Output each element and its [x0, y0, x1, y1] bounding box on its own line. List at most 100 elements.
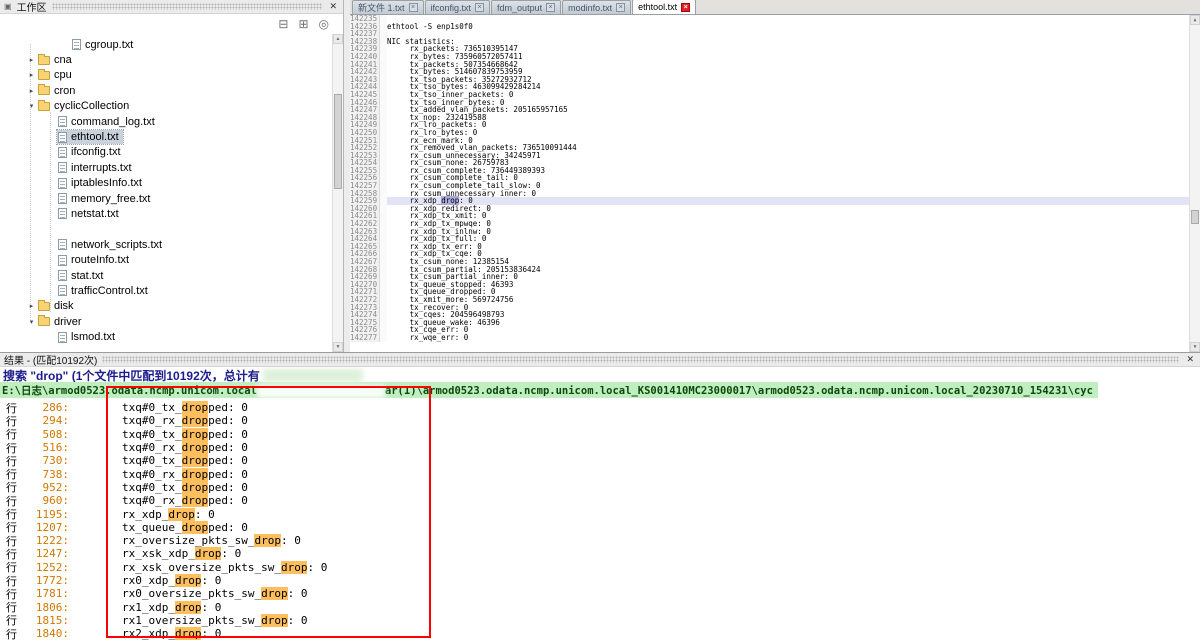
tree-item[interactable]: stat.txt [57, 269, 107, 283]
tab-新文件-1-txt[interactable]: 新文件 1.txt× [352, 0, 424, 14]
chevron-right-icon[interactable]: ▸ [26, 56, 37, 64]
tab-close-icon[interactable]: × [616, 3, 625, 12]
tree-item[interactable]: interrupts.txt [57, 161, 136, 175]
editor[interactable]: 142235142236ethtool -S enp1s0f0142237 142… [350, 15, 1200, 352]
editor-line[interactable]: 142236ethtool -S enp1s0f0 [350, 23, 1189, 31]
result-row[interactable]: 行738:txq#0_rx_dropped: 0 [0, 467, 1200, 480]
result-row[interactable]: 行1815:rx1_oversize_pkts_sw_drop: 0 [0, 614, 1200, 627]
workspace-close-button[interactable]: ✕ [327, 2, 339, 11]
editor-line[interactable]: 142235 [350, 15, 1189, 23]
tree-file-network_scripts-txt[interactable]: network_scripts.txt [0, 237, 332, 252]
tree-item[interactable]: cron [37, 84, 79, 98]
chevron-right-icon[interactable]: ▸ [26, 302, 37, 310]
tree-item[interactable]: ethtool.txt [57, 130, 123, 144]
tab-close-icon[interactable]: × [681, 3, 690, 12]
result-row[interactable]: 行1207:tx_queue_dropped: 0 [0, 521, 1200, 534]
result-row[interactable]: 行952:txq#0_tx_dropped: 0 [0, 481, 1200, 494]
tree-item[interactable]: cpu [37, 68, 76, 82]
tree-item[interactable]: network_scripts.txt [57, 238, 166, 252]
result-row[interactable]: 行1195:rx_xdp_drop: 0 [0, 507, 1200, 520]
tree-file-lsmod-txt[interactable]: lsmod.txt [0, 329, 332, 344]
scroll-down-icon[interactable]: ▼ [333, 342, 343, 352]
editor-line[interactable]: 142258 rx_csum_unnecessary_inner: 0 [350, 190, 1189, 198]
tree-file-command_log-txt[interactable]: command_log.txt [0, 114, 332, 129]
scroll-up-icon[interactable]: ▲ [333, 34, 343, 44]
tab-ifconfig-txt[interactable]: ifconfig.txt× [425, 0, 491, 14]
chevron-down-icon[interactable]: ▾ [26, 102, 37, 110]
editor-scrollbar[interactable]: ▲ ▼ [1189, 15, 1200, 352]
tree-item[interactable]: routeInfo.txt [57, 253, 133, 267]
collapse-all-icon[interactable]: ⊟ [278, 18, 288, 30]
tree-file-netstat-txt[interactable]: netstat.txt [0, 206, 332, 221]
editor-line[interactable]: 142276 tx_cqe_err: 0 [350, 326, 1189, 334]
tree-item[interactable]: driver [37, 315, 86, 329]
tree-folder-driver[interactable]: ▾driver [0, 314, 332, 329]
result-row[interactable]: 行1806:rx1_xdp_drop: 0 [0, 600, 1200, 613]
editor-code[interactable]: 142235142236ethtool -S enp1s0f0142237 142… [350, 15, 1189, 352]
tree-item[interactable]: ifconfig.txt [57, 145, 125, 159]
tree-folder-cycliccollection[interactable]: ▾cyclicCollection [0, 99, 332, 114]
tab-close-icon[interactable]: × [475, 3, 484, 12]
tree-folder-cron[interactable]: ▸cron [0, 83, 332, 98]
chevron-right-icon[interactable]: ▸ [26, 71, 37, 79]
workspace-drag-handle[interactable] [52, 3, 323, 10]
tab-modinfo-txt[interactable]: modinfo.txt× [562, 0, 631, 14]
expand-all-icon[interactable]: ⊞ [298, 18, 308, 30]
editor-line[interactable]: 142277 rx_wqe_err: 0 [350, 334, 1189, 342]
result-row[interactable]: 行960:txq#0_rx_dropped: 0 [0, 494, 1200, 507]
tree-item[interactable]: cyclicCollection [37, 99, 133, 113]
result-row[interactable]: 行286:txq#0_tx_dropped: 0 [0, 401, 1200, 414]
tree-folder-cna[interactable]: ▸cna [0, 52, 332, 67]
scroll-down-icon[interactable]: ▼ [1190, 342, 1200, 352]
locate-file-icon[interactable]: ◎ [319, 18, 329, 30]
chevron-down-icon[interactable]: ▾ [26, 318, 37, 326]
tab-ethtool-txt[interactable]: ethtool.txt× [632, 0, 696, 14]
tab-fdm_output[interactable]: fdm_output× [491, 0, 561, 14]
result-row[interactable]: 行508:txq#0_tx_dropped: 0 [0, 428, 1200, 441]
workspace-tree-scrollbar[interactable]: ▲ ▼ [332, 34, 343, 352]
chevron-right-icon[interactable]: ▸ [26, 87, 37, 95]
result-row[interactable]: 行1247:rx_xsk_xdp_drop: 0 [0, 547, 1200, 560]
tree-file-cgroup-txt[interactable]: cgroup.txt [0, 37, 332, 52]
tree-file-routeinfo-txt[interactable]: routeInfo.txt [0, 252, 332, 267]
result-row[interactable]: 行1781:rx0_oversize_pkts_sw_drop: 0 [0, 587, 1200, 600]
result-row[interactable]: 行1252:rx_xsk_oversize_pkts_sw_drop: 0 [0, 561, 1200, 574]
result-row[interactable]: 行730:txq#0_tx_dropped: 0 [0, 454, 1200, 467]
tree-file-interrupts-txt[interactable]: interrupts.txt [0, 160, 332, 175]
tree-folder-disk[interactable]: ▸disk [0, 299, 332, 314]
tree-scrollbar-thumb[interactable] [334, 94, 342, 189]
result-row[interactable]: 行294:txq#0_rx_dropped: 0 [0, 414, 1200, 427]
tree-item[interactable]: command_log.txt [57, 115, 159, 129]
tree-item[interactable]: disk [37, 299, 78, 313]
tree-file-ethtool-txt[interactable]: ethtool.txt [0, 129, 332, 144]
results-close-button[interactable]: ✕ [1184, 355, 1196, 364]
result-file-path[interactable]: E:\日志\armod0523.odata.ncmp.unicom.locala… [0, 382, 1098, 398]
tree-file-trafficcontrol-txt[interactable]: trafficControl.txt [0, 283, 332, 298]
result-row[interactable]: 行1840:rx2_xdp_drop: 0 [0, 627, 1200, 640]
tree-item[interactable]: netstat.txt [57, 207, 123, 221]
result-row[interactable]: 行1222:rx_oversize_pkts_sw_drop: 0 [0, 534, 1200, 547]
search-summary[interactable]: 搜索 "drop" (1个文件中匹配到10192次，总计有 [0, 367, 1200, 382]
editor-line[interactable]: 142275 tx_queue_wake: 46396 [350, 319, 1189, 327]
editor-scrollbar-thumb[interactable] [1191, 210, 1199, 224]
tree-item[interactable]: memory_free.txt [57, 192, 154, 206]
editor-line[interactable]: 142237 [350, 30, 1189, 38]
tree-file-memory_free-txt[interactable]: memory_free.txt [0, 191, 332, 206]
tree-item[interactable]: cna [37, 53, 76, 67]
tab-close-icon[interactable]: × [546, 3, 555, 12]
results-drag-handle[interactable] [102, 356, 1179, 363]
tree-folder-cpu[interactable]: ▸cpu [0, 68, 332, 83]
result-file-path-row[interactable]: E:\日志\armod0523.odata.ncmp.unicom.locala… [0, 382, 1200, 398]
tree-item[interactable]: trafficControl.txt [57, 284, 152, 298]
tree-item[interactable]: cgroup.txt [71, 38, 137, 52]
tree-item[interactable]: iptablesInfo.txt [57, 176, 146, 190]
editor-line[interactable]: 142272 tx_xmit_more: 569724756 [350, 296, 1189, 304]
scroll-up-icon[interactable]: ▲ [1190, 15, 1200, 25]
tree-file-stat-txt[interactable]: stat.txt [0, 268, 332, 283]
tree-file-ifconfig-txt[interactable]: ifconfig.txt [0, 145, 332, 160]
tree-item[interactable]: lsmod.txt [57, 330, 119, 344]
result-row[interactable]: 行1772:rx0_xdp_drop: 0 [0, 574, 1200, 587]
tab-close-icon[interactable]: × [409, 3, 418, 12]
editor-line[interactable]: 142250 rx_lro_bytes: 0 [350, 129, 1189, 137]
result-row[interactable]: 行516:txq#0_rx_dropped: 0 [0, 441, 1200, 454]
